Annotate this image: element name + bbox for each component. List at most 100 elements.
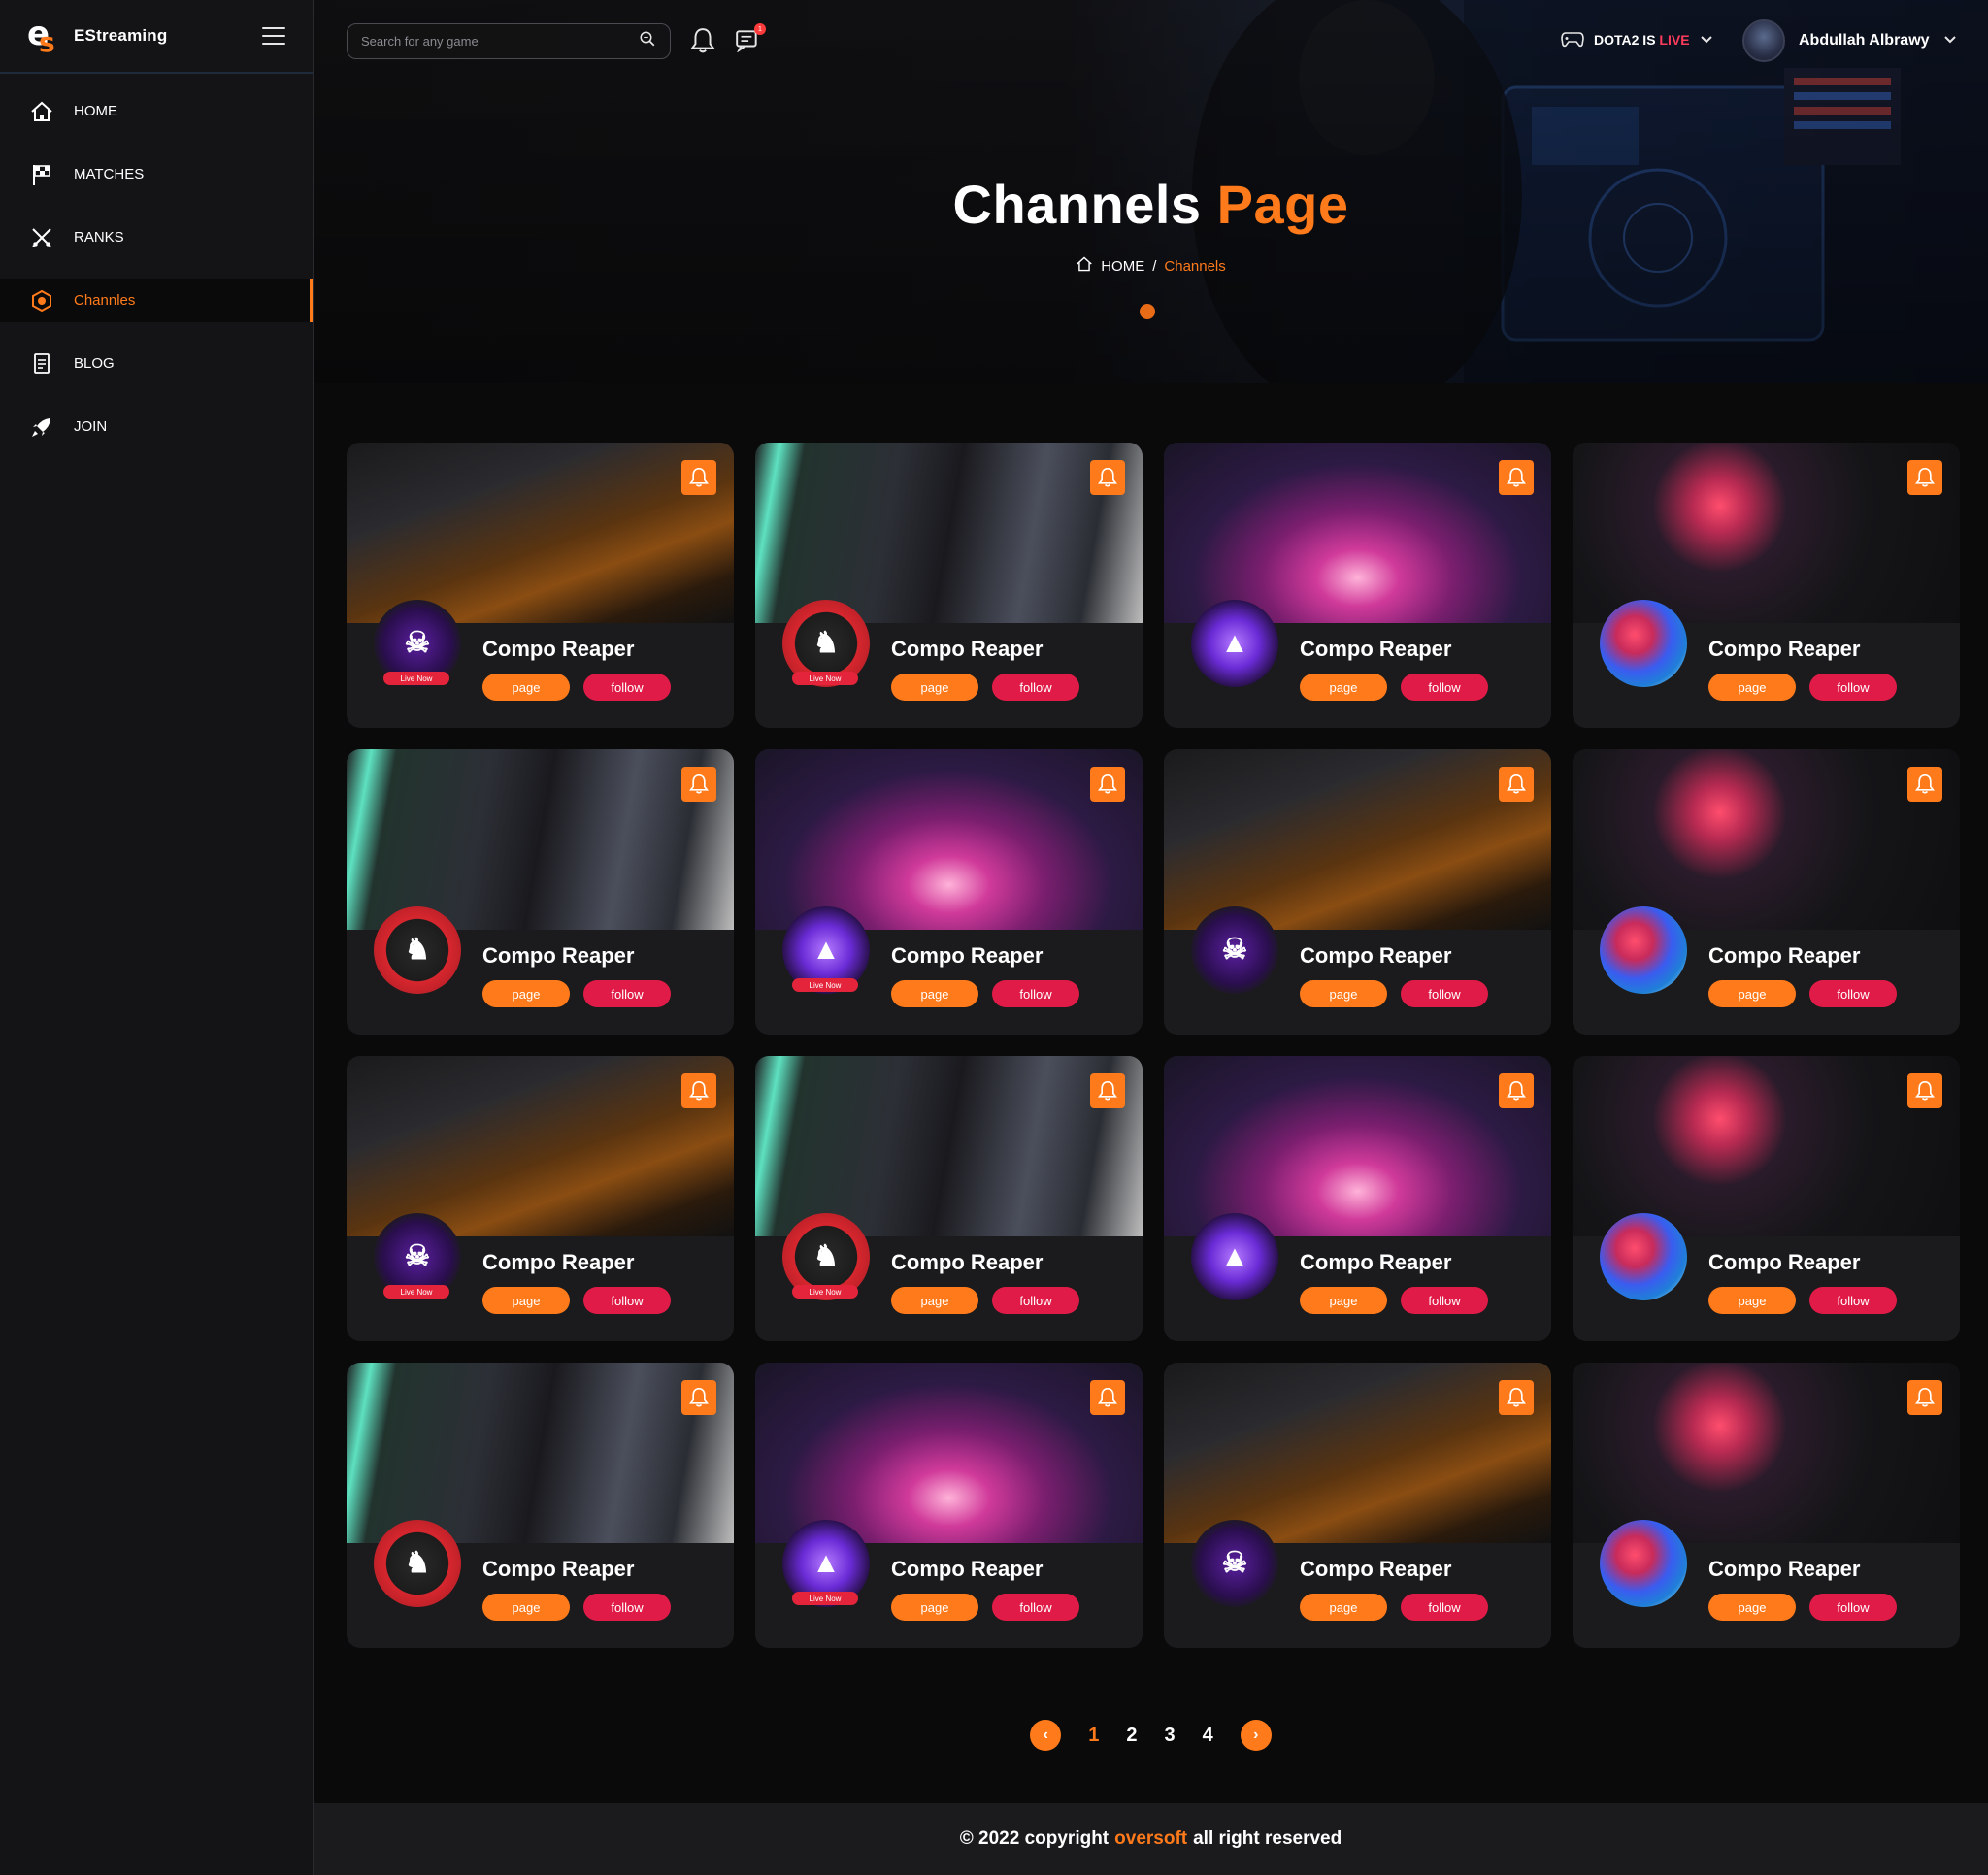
follow-button[interactable]: follow [992, 1287, 1079, 1314]
live-game-selector[interactable]: DOTA2 IS LIVE [1561, 27, 1713, 51]
page-number-4[interactable]: 4 [1197, 1725, 1219, 1747]
channel-thumbnail[interactable] [755, 1056, 1143, 1236]
notifications-bell-icon[interactable] [690, 27, 715, 59]
page-button[interactable]: page [482, 1287, 570, 1314]
channel-card[interactable]: ♞ Compo Reaper page follow [347, 749, 734, 1035]
channel-name[interactable]: Compo Reaper [1708, 637, 1860, 662]
page-button[interactable]: page [1708, 1287, 1796, 1314]
channel-card[interactable]: ♞ Live Now Compo Reaper page follow [755, 1056, 1143, 1341]
follow-button[interactable]: follow [583, 1287, 671, 1314]
follow-button[interactable]: follow [583, 1594, 671, 1621]
page-button[interactable]: page [482, 980, 570, 1007]
prev-page-button[interactable]: ‹ [1030, 1720, 1062, 1751]
home-icon[interactable] [1076, 256, 1093, 276]
sidebar-item-home[interactable]: HOME [0, 89, 313, 133]
follow-button[interactable]: follow [1401, 674, 1488, 701]
channel-thumbnail[interactable] [1164, 1056, 1551, 1236]
channel-thumbnail[interactable] [1573, 1363, 1960, 1543]
search-icon[interactable] [639, 30, 656, 52]
search-box[interactable] [347, 23, 671, 59]
sidebar-item-blog[interactable]: BLOG [0, 342, 313, 385]
follow-button[interactable]: follow [1401, 980, 1488, 1007]
notify-bell-icon[interactable] [1907, 460, 1942, 495]
follow-button[interactable]: follow [583, 674, 671, 701]
channel-logo[interactable] [1600, 600, 1687, 687]
channel-thumbnail[interactable] [1164, 1363, 1551, 1543]
page-number-1[interactable]: 1 [1082, 1725, 1105, 1747]
page-button[interactable]: page [482, 1594, 570, 1621]
channel-thumbnail[interactable] [1573, 749, 1960, 930]
channel-card[interactable]: ▲ Live Now Compo Reaper page follow [755, 1363, 1143, 1648]
page-button[interactable]: page [891, 980, 978, 1007]
follow-button[interactable]: follow [583, 980, 671, 1007]
notify-bell-icon[interactable] [1090, 1380, 1125, 1415]
notify-bell-icon[interactable] [1907, 1380, 1942, 1415]
notify-bell-icon[interactable] [1090, 460, 1125, 495]
notify-bell-icon[interactable] [1499, 1380, 1534, 1415]
page-button[interactable]: page [1300, 1594, 1387, 1621]
channel-name[interactable]: Compo Reaper [1300, 943, 1451, 969]
channel-card[interactable]: Compo Reaper page follow [1573, 1056, 1960, 1341]
page-number-3[interactable]: 3 [1159, 1725, 1181, 1747]
channel-name[interactable]: Compo Reaper [482, 943, 634, 969]
notify-bell-icon[interactable] [1907, 1073, 1942, 1108]
channel-name[interactable]: Compo Reaper [1300, 1557, 1451, 1582]
page-button[interactable]: page [891, 1594, 978, 1621]
channel-thumbnail[interactable] [1573, 1056, 1960, 1236]
follow-button[interactable]: follow [1809, 1594, 1897, 1621]
channel-thumbnail[interactable] [347, 749, 734, 930]
channel-name[interactable]: Compo Reaper [891, 1557, 1043, 1582]
channel-name[interactable]: Compo Reaper [891, 943, 1043, 969]
channel-thumbnail[interactable] [347, 443, 734, 623]
channel-thumbnail[interactable] [1164, 749, 1551, 930]
messages-icon[interactable]: 1 [735, 23, 766, 57]
channel-name[interactable]: Compo Reaper [1708, 1250, 1860, 1275]
page-button[interactable]: page [482, 674, 570, 701]
copyright-company-link[interactable]: oversoft [1114, 1828, 1187, 1850]
channel-card[interactable]: Compo Reaper page follow [1573, 443, 1960, 728]
channel-logo[interactable] [1600, 1520, 1687, 1607]
page-button[interactable]: page [1708, 1594, 1796, 1621]
sidebar-item-matches[interactable]: MATCHES [0, 152, 313, 196]
notify-bell-icon[interactable] [681, 1380, 716, 1415]
channel-name[interactable]: Compo Reaper [482, 1250, 634, 1275]
channel-logo[interactable]: ☠ [1191, 906, 1278, 994]
channel-thumbnail[interactable] [1573, 443, 1960, 623]
channel-name[interactable]: Compo Reaper [891, 1250, 1043, 1275]
channel-logo[interactable]: ▲ [1191, 600, 1278, 687]
follow-button[interactable]: follow [1809, 674, 1897, 701]
channel-logo[interactable]: ♞ [374, 906, 461, 994]
channel-card[interactable]: ▲ Compo Reaper page follow [1164, 443, 1551, 728]
hamburger-menu-icon[interactable] [262, 27, 285, 45]
user-menu[interactable]: Abdullah Albrawy [1742, 19, 1957, 62]
follow-button[interactable]: follow [1401, 1287, 1488, 1314]
notify-bell-icon[interactable] [1090, 1073, 1125, 1108]
channel-card[interactable]: ☠ Compo Reaper page follow [1164, 749, 1551, 1035]
channel-logo[interactable]: ♞ [374, 1520, 461, 1607]
page-button[interactable]: page [1708, 980, 1796, 1007]
channel-card[interactable]: Compo Reaper page follow [1573, 1363, 1960, 1648]
channel-logo[interactable]: ▲ [1191, 1213, 1278, 1300]
notify-bell-icon[interactable] [681, 1073, 716, 1108]
notify-bell-icon[interactable] [1499, 767, 1534, 802]
sidebar-item-ranks[interactable]: RANKS [0, 215, 313, 259]
channel-thumbnail[interactable] [755, 1363, 1143, 1543]
channel-logo[interactable]: ☠ [1191, 1520, 1278, 1607]
channel-name[interactable]: Compo Reaper [891, 637, 1043, 662]
channel-name[interactable]: Compo Reaper [482, 637, 634, 662]
channel-logo[interactable] [1600, 1213, 1687, 1300]
channel-name[interactable]: Compo Reaper [1300, 637, 1451, 662]
page-button[interactable]: page [1300, 980, 1387, 1007]
channel-card[interactable]: Compo Reaper page follow [1573, 749, 1960, 1035]
search-input[interactable] [361, 34, 639, 49]
breadcrumb-home[interactable]: HOME [1101, 258, 1144, 275]
channel-name[interactable]: Compo Reaper [1300, 1250, 1451, 1275]
follow-button[interactable]: follow [992, 674, 1079, 701]
channel-name[interactable]: Compo Reaper [1708, 1557, 1860, 1582]
channel-thumbnail[interactable] [755, 443, 1143, 623]
next-page-button[interactable]: › [1240, 1720, 1272, 1751]
page-button[interactable]: page [1708, 674, 1796, 701]
channel-card[interactable]: ☠ Live Now Compo Reaper page follow [347, 443, 734, 728]
channel-card[interactable]: ♞ Compo Reaper page follow [347, 1363, 734, 1648]
channel-name[interactable]: Compo Reaper [1708, 943, 1860, 969]
